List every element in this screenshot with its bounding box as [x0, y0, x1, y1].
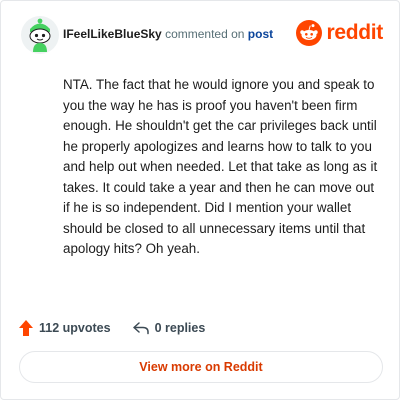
username-link[interactable]: IFeelLikeBlueSky	[63, 27, 162, 41]
reddit-snoo-icon	[296, 20, 323, 46]
snoo-avatar-icon[interactable]	[21, 16, 59, 54]
reddit-wordmark: reddit	[326, 21, 383, 44]
comment-actions: 112 upvotes 0 replies	[19, 318, 205, 338]
upvotes-count: 112 upvotes	[39, 321, 111, 335]
reply-arrow-icon	[132, 322, 149, 335]
reddit-logo[interactable]: reddit	[296, 19, 383, 47]
comment-body: NTA. The fact that he would ignore you a…	[63, 77, 378, 256]
view-more-button[interactable]: View more on Reddit	[19, 351, 383, 383]
upvote-arrow-icon	[19, 320, 33, 336]
reply-button[interactable]: 0 replies	[132, 321, 206, 335]
comment-card: IFeelLikeBlueSky commented on post reddi…	[0, 0, 400, 400]
replies-count: 0 replies	[154, 321, 206, 335]
action-text: commented on	[165, 27, 245, 41]
post-link[interactable]: post	[248, 27, 273, 41]
comment-header: IFeelLikeBlueSky commented on post reddi…	[17, 15, 383, 55]
comment-meta: IFeelLikeBlueSky commented on post	[63, 27, 273, 41]
upvote-button[interactable]: 112 upvotes	[19, 320, 111, 336]
